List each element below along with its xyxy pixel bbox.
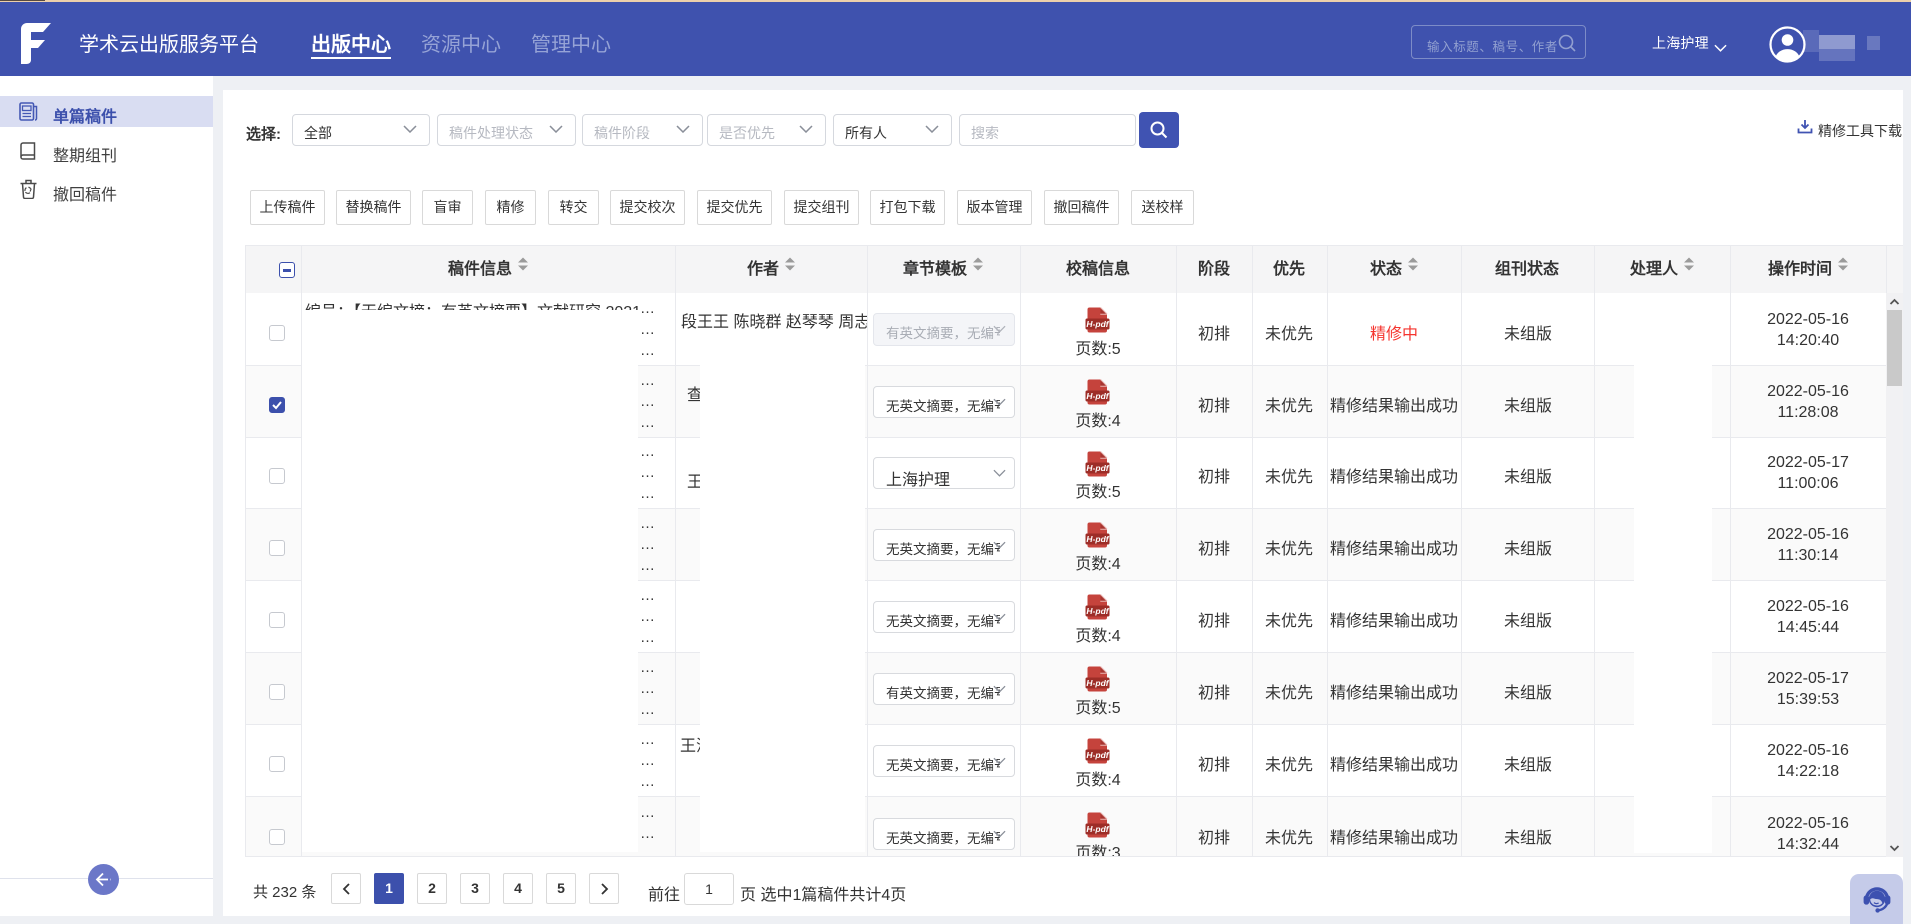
svg-text:H-pdf: H-pdf bbox=[1086, 606, 1109, 616]
svg-text:H-pdf: H-pdf bbox=[1086, 678, 1109, 688]
svg-text:H-pdf: H-pdf bbox=[1086, 319, 1109, 329]
svg-text:H-pdf: H-pdf bbox=[1086, 391, 1109, 401]
svg-text:H-pdf: H-pdf bbox=[1086, 750, 1109, 760]
svg-text:H-pdf: H-pdf bbox=[1086, 463, 1109, 473]
svg-text:H-pdf: H-pdf bbox=[1086, 824, 1109, 834]
svg-text:H-pdf: H-pdf bbox=[1086, 534, 1109, 544]
